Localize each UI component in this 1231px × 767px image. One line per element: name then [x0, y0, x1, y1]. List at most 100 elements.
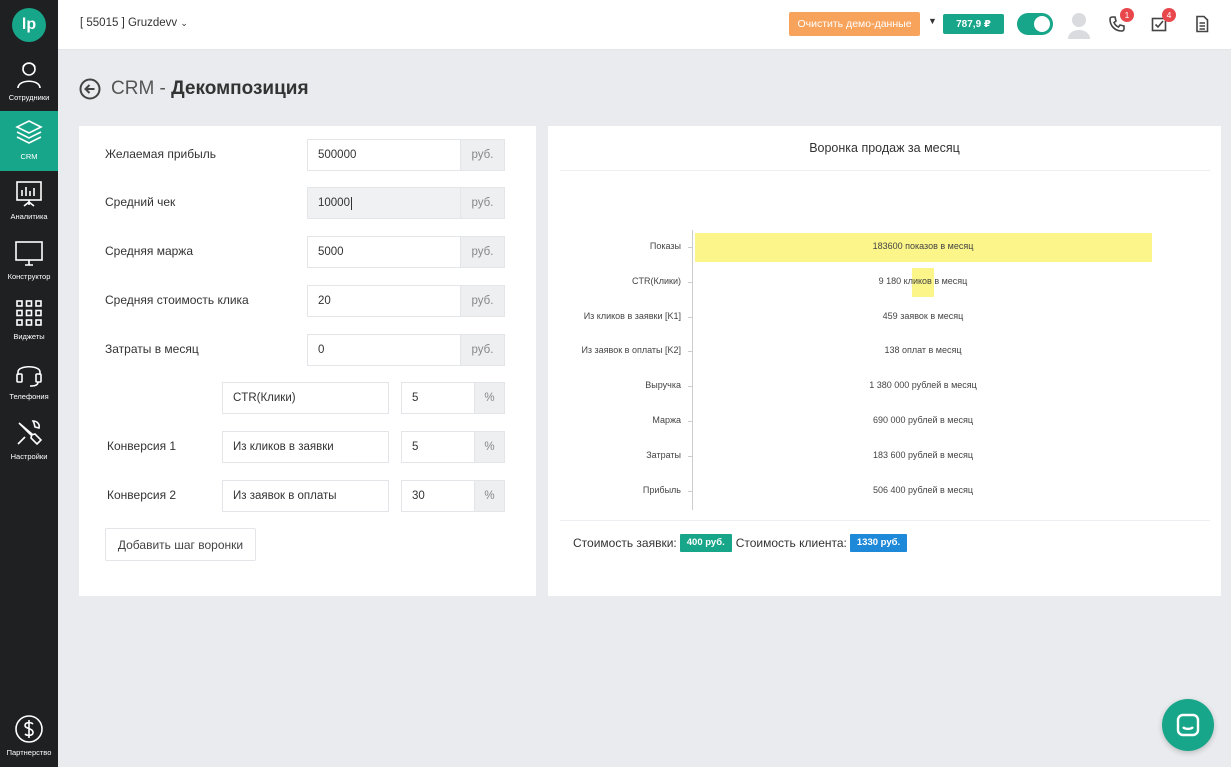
unit-label: руб. — [461, 139, 505, 171]
document-icon — [1196, 15, 1209, 33]
sidebar-item-crm[interactable]: CRM — [0, 111, 58, 171]
funnel-title: Воронка продаж за месяц — [809, 141, 960, 155]
chat-button[interactable] — [1162, 699, 1214, 751]
headset-icon — [16, 365, 42, 387]
funnel-row: Показы 183600 показов в месяц — [548, 233, 1221, 262]
funnel-row: Маржа 690 000 рублей в месяц — [548, 407, 1221, 436]
monthly-costs-input[interactable]: 0 — [307, 334, 461, 366]
field-label: Средний чек — [105, 195, 176, 209]
divider — [560, 520, 1210, 521]
funnel-row-label: Выручка — [645, 380, 681, 391]
mode-toggle[interactable] — [1017, 13, 1053, 35]
funnel-row: CTR(Клики) 9 180 кликов в месяц — [548, 267, 1221, 297]
funnel-row-label: CTR(Клики) — [632, 275, 681, 286]
monitor-icon — [15, 241, 43, 266]
wrench-icon — [17, 420, 43, 446]
funnel-row-value: 690 000 рублей в месяц — [872, 415, 974, 425]
step-name-input[interactable]: Из кликов в заявки — [222, 431, 389, 463]
funnel-row-label: Маржа — [652, 415, 681, 425]
step-name-input[interactable]: Из заявок в оплаты — [222, 480, 389, 512]
percent-unit: % — [475, 431, 505, 463]
unit-label: руб. — [461, 285, 505, 317]
sidebar-item-label: Аналитика — [10, 212, 48, 221]
average-check-input[interactable]: 10000 — [307, 187, 461, 219]
click-cost-input[interactable]: 20 — [307, 285, 461, 317]
funnel-row: Прибыль 506 400 рублей в месяц — [548, 477, 1221, 506]
tasks-badge: 4 — [1162, 8, 1176, 22]
sidebar-item-partner[interactable]: Партнерство — [0, 707, 58, 767]
calls-button[interactable]: 1 — [1108, 8, 1134, 33]
avatar[interactable] — [1068, 11, 1090, 39]
chat-icon — [1176, 713, 1200, 737]
grid-icon — [16, 300, 42, 326]
sidebar-item-label: Виджеты — [13, 332, 45, 341]
funnel-row-value: 459 заявок в месяц — [882, 310, 964, 321]
sidebar-item-label: Сотрудники — [8, 93, 50, 102]
funnel-row-label: Прибыль — [642, 484, 681, 495]
funnel-row-value: 506 400 рублей в месяц — [872, 484, 974, 495]
step-percent-input[interactable]: 5 — [401, 382, 475, 414]
clear-demo-button[interactable]: Очистить демо-данные — [789, 12, 920, 36]
funnel-row-value: 1 380 000 рублей в месяц — [869, 380, 977, 391]
funnel-row: Из кликов в заявки [K1] 459 заявок в меся… — [548, 303, 1221, 332]
funnel-row-value: 9 180 кликов в месяц — [878, 275, 968, 286]
divider — [560, 170, 1210, 171]
balance-badge[interactable]: 787,9 ₽ — [943, 14, 1004, 34]
sidebar-item-label: Настройки — [10, 452, 48, 461]
sidebar-item-analytics[interactable]: Аналитика — [0, 171, 58, 231]
unit-label: руб. — [461, 236, 505, 268]
step-percent-input[interactable]: 5 — [401, 431, 475, 463]
sidebar-item-employees[interactable]: Сотрудники — [0, 52, 58, 112]
documents-button[interactable] — [1193, 15, 1211, 33]
field-label: Средняя маржа — [105, 244, 194, 258]
sidebar-item-telephony[interactable]: Телефония — [0, 351, 58, 411]
desired-profit-input[interactable]: 500000 — [307, 139, 461, 171]
decomposition-form: Желаемая прибыль 500000 руб. Средний чек… — [79, 126, 536, 596]
page-title: CRM - Декомпозиция — [111, 78, 309, 99]
sidebar-item-constructor[interactable]: Конструктор — [0, 231, 58, 291]
account-selector[interactable]: [ 55015 ] Gruzdevv ⌄ — [80, 17, 188, 29]
add-funnel-step-button[interactable]: Добавить шаг воронки — [105, 528, 256, 561]
chevron-down-icon: ⌄ — [180, 18, 188, 28]
sidebar-item-widgets[interactable]: Виджеты — [0, 291, 58, 351]
step-percent-input[interactable]: 30 — [401, 480, 475, 512]
funnel-row-value: 138 оплат в месяц — [884, 345, 962, 356]
sidebar-item-label: Партнерство — [6, 748, 52, 757]
sidebar-item-settings[interactable]: Настройки — [0, 411, 58, 471]
page-title-main: Декомпозиция — [171, 78, 309, 99]
back-arrow-icon[interactable] — [79, 78, 101, 100]
funnel-row-value: 183600 показов в месяц — [872, 241, 974, 251]
dollar-icon — [15, 715, 43, 743]
step-label: Конверсия 1 — [107, 439, 177, 453]
field-label: Средняя стоимость клика — [105, 293, 249, 307]
lead-cost-label: Стоимость заявки: — [573, 536, 677, 550]
step-label: Конверсия 2 — [107, 488, 177, 502]
top-bar: [ 55015 ] Gruzdevv ⌄ Очистить демо-данны… — [58, 0, 1231, 50]
presentation-chart-icon — [16, 181, 42, 207]
funnel-row: Выручка 1 380 000 рублей в месяц — [548, 372, 1221, 401]
sidebar-item-label: CRM — [20, 152, 38, 161]
layers-icon — [15, 120, 43, 144]
percent-unit: % — [475, 480, 505, 512]
sales-funnel-panel: Воронка продаж за месяц Показы 183600 пок… — [548, 126, 1221, 596]
percent-unit: % — [475, 382, 505, 414]
funnel-row: Затраты 183 600 рублей в месяц — [548, 442, 1221, 471]
unit-label: руб. — [461, 187, 505, 219]
lead-cost-badge: 400 руб. — [679, 534, 732, 552]
client-cost-label: Стоимость клиента: — [735, 536, 847, 550]
field-label: Желаемая прибыль — [105, 147, 216, 161]
chevron-down-icon[interactable]: ▼ — [928, 16, 937, 26]
account-name: [ 55015 ] Gruzdevv — [80, 17, 178, 29]
funnel-row-value: 183 600 рублей в месяц — [872, 449, 974, 460]
step-name-input[interactable]: CTR(Клики) — [222, 382, 389, 414]
funnel-row-label: Затраты — [646, 449, 681, 460]
app-logo[interactable]: lp — [12, 8, 46, 42]
cost-summary: Стоимость заявки: 400 руб. Стоимость кли… — [573, 534, 911, 552]
sidebar: lp Сотрудники CRM Аналитика Конструктор … — [0, 0, 58, 767]
sidebar-item-label: Конструктор — [7, 272, 51, 281]
calls-badge: 1 — [1120, 8, 1134, 22]
user-icon — [17, 62, 41, 89]
average-margin-input[interactable]: 5000 — [307, 236, 461, 268]
tasks-button[interactable]: 4 — [1150, 8, 1176, 33]
funnel-row: Из заявок в оплаты [K2] 138 оплат в месяц — [548, 337, 1221, 366]
